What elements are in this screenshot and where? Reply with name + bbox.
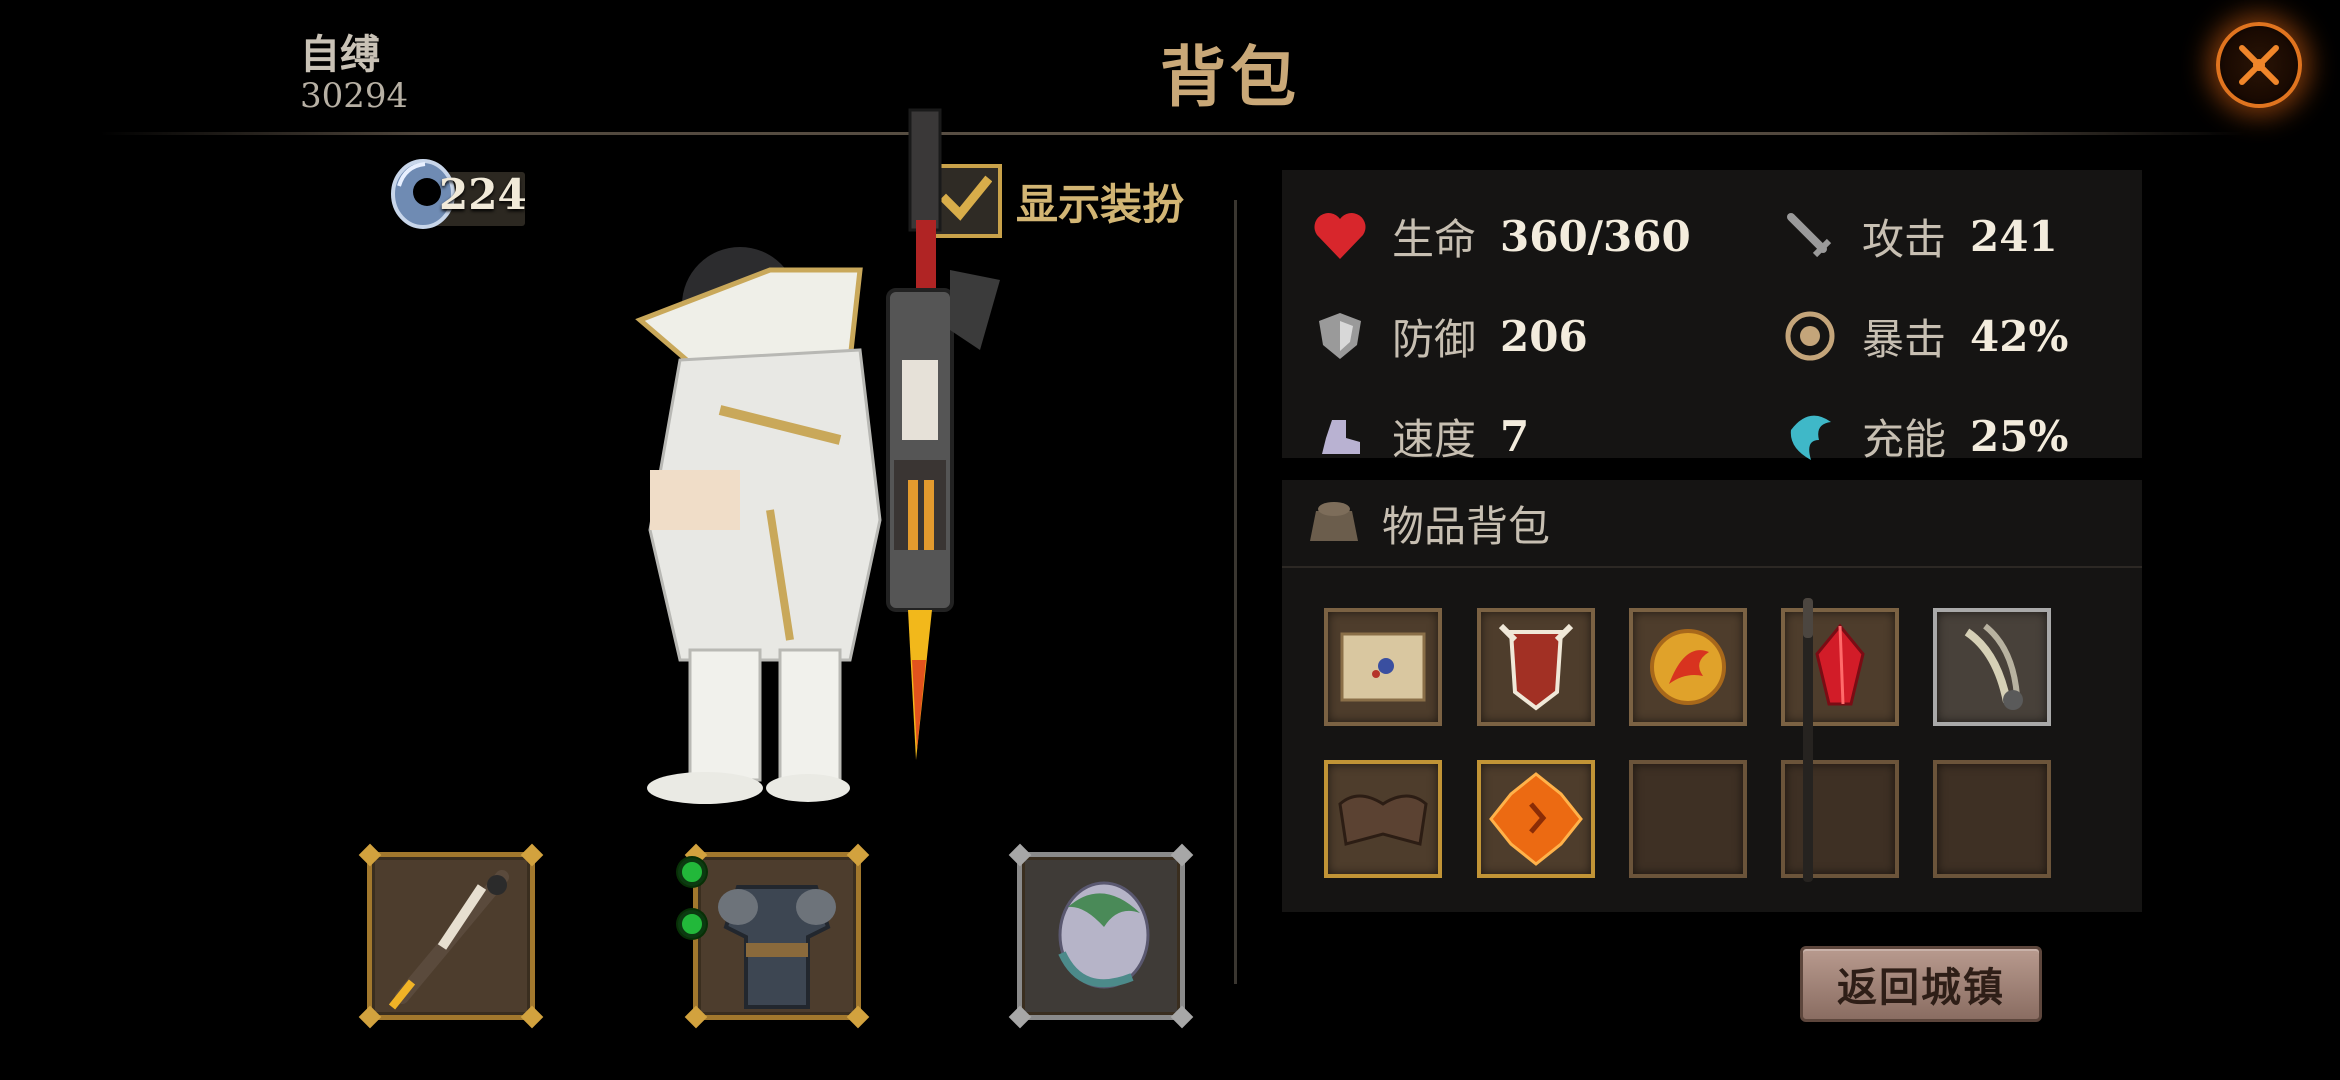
gun-lance-icon <box>388 870 509 1010</box>
bag-icon <box>1306 497 1362 549</box>
stat-defense: 防御 206 <box>1312 306 1588 366</box>
weapon-slot[interactable] <box>358 843 544 1029</box>
scrollbar-thumb[interactable] <box>1803 598 1813 638</box>
map-scroll-icon <box>1340 632 1426 702</box>
tribal-mask-icon <box>1498 623 1574 711</box>
gem-socket-icon <box>678 858 706 886</box>
header-divider <box>100 132 2250 135</box>
armor-slot[interactable] <box>684 843 870 1029</box>
player-id: 30294 <box>300 76 409 116</box>
stat-crit-label: 暴击 <box>1862 314 1947 364</box>
shoulder-armor-icon <box>1338 794 1428 846</box>
stat-speed-label: 速度 <box>1392 414 1477 464</box>
armor-set-icon <box>718 885 836 1009</box>
stat-attack-label: 攻击 <box>1862 214 1947 264</box>
inventory-title: 物品背包 <box>1382 501 1551 551</box>
stat-speed-value: 7 <box>1500 411 1530 461</box>
inventory-header: 物品背包 <box>1282 480 2142 568</box>
return-to-town-button[interactable]: 返回城镇 <box>1800 946 2042 1022</box>
charge-claw-icon <box>1782 408 1838 464</box>
stat-hp-label: 生命 <box>1392 214 1477 264</box>
orange-rune-icon <box>1489 772 1583 866</box>
crossed-swords-close-icon <box>2239 45 2279 85</box>
currency-counter: 224 <box>385 156 527 232</box>
gem-socket-icon <box>678 910 706 938</box>
panel-divider <box>1234 200 1237 984</box>
inventory-item[interactable] <box>1477 608 1595 726</box>
stat-speed: 速度 7 <box>1312 406 1529 466</box>
crit-target-icon <box>1782 308 1838 364</box>
return-to-town-label: 返回城镇 <box>1837 964 2005 1011</box>
stat-attack-value: 241 <box>1970 211 2058 261</box>
stat-charge-label: 充能 <box>1862 414 1947 464</box>
close-button[interactable] <box>2216 22 2302 108</box>
show-outfit-label: 显示装扮 <box>1016 179 1185 229</box>
character-model[interactable] <box>620 100 1020 840</box>
stat-defense-value: 206 <box>1500 311 1588 361</box>
stat-attack: 攻击 241 <box>1782 206 2058 266</box>
inventory-scrollbar[interactable] <box>1803 598 1813 882</box>
stat-defense-label: 防御 <box>1392 314 1477 364</box>
inventory-item[interactable] <box>1933 608 2051 726</box>
inventory-empty-slot[interactable] <box>1629 760 1747 878</box>
boot-icon <box>1312 408 1368 464</box>
inventory-empty-slot[interactable] <box>1781 760 1899 878</box>
inventory-item[interactable] <box>1324 608 1442 726</box>
stat-charge: 充能 25% <box>1782 406 2068 466</box>
inventory-item[interactable] <box>1324 760 1442 878</box>
inventory-item[interactable] <box>1629 608 1747 726</box>
red-crystal-icon <box>1815 623 1865 706</box>
pet-slot[interactable] <box>1008 843 1194 1029</box>
inventory-item[interactable] <box>1781 608 1899 726</box>
heart-icon <box>1312 208 1368 264</box>
stat-hp-value: 360/360 <box>1500 211 1691 261</box>
stat-crit-value: 42% <box>1970 311 2069 361</box>
shield-icon <box>1312 308 1368 364</box>
stat-charge-value: 25% <box>1970 411 2069 461</box>
stat-crit: 暴击 42% <box>1782 306 2068 366</box>
page-title: 背包 <box>1160 38 1300 116</box>
sword-icon <box>1782 208 1838 264</box>
claw-blade-icon <box>1964 623 2023 710</box>
currency-value: 224 <box>439 170 527 219</box>
dragon-egg-icon <box>1058 881 1150 989</box>
inventory-item[interactable] <box>1477 760 1595 878</box>
inventory-empty-slot[interactable] <box>1933 760 2051 878</box>
player-name: 自缚 <box>300 31 380 78</box>
stat-hp: 生命 360/360 <box>1312 206 1691 266</box>
stats-panel: 生命 360/360 攻击 241 防御 206 暴击 42% 速度 7 充能 … <box>1282 170 2142 464</box>
fire-coin-icon <box>1650 629 1726 705</box>
